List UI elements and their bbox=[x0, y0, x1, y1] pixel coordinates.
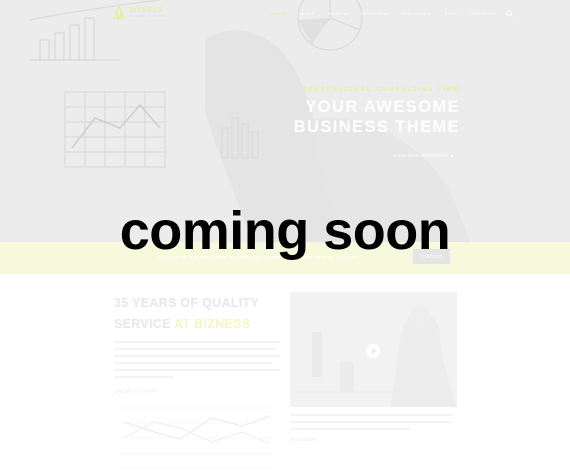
about-text-line bbox=[114, 355, 280, 357]
hero-subtitle: PROFESSIONAL CONSULTING FIRM bbox=[302, 86, 460, 93]
about-text-line bbox=[114, 341, 280, 343]
about-text-line bbox=[114, 348, 276, 350]
hero-text-block: PROFESSIONAL CONSULTING FIRM YOUR AWESOM… bbox=[294, 86, 460, 137]
hero-title-line-2: BUSINESS THEME bbox=[293, 118, 460, 136]
about-heading-line-1: 35 YEARS OF QUALITY bbox=[114, 296, 260, 310]
logo-icon bbox=[113, 5, 125, 19]
play-icon bbox=[371, 348, 377, 354]
about-heading: 35 YEARS OF QUALITY SERVICE AT BIZNESS bbox=[114, 293, 259, 335]
hero-title: YOUR AWESOME BUSINESS THEME bbox=[294, 97, 460, 137]
hero-title-line-1: YOUR AWESOME bbox=[305, 98, 460, 116]
growth-chart-label: GROWTH CHART bbox=[114, 389, 159, 395]
nav-item-pages[interactable]: PAGES ▾ bbox=[328, 11, 347, 16]
top-navbar: BIZNESS BUSINESS CONSULTING HOME ▾ ABOUT… bbox=[0, 0, 570, 26]
nav-item-blog[interactable]: BLOG bbox=[445, 11, 457, 16]
about-heading-line-2: SERVICE bbox=[114, 317, 175, 331]
growth-chart bbox=[120, 407, 274, 469]
about-text-line bbox=[114, 369, 280, 371]
video-caption-line bbox=[290, 421, 450, 423]
nav-item-portfolio[interactable]: PORTFOLIO ▾ bbox=[401, 11, 430, 16]
play-button[interactable] bbox=[366, 344, 380, 358]
search-icon[interactable] bbox=[506, 10, 513, 17]
nav-item-contact[interactable]: CONTACT ▾ bbox=[471, 11, 496, 16]
nav-item-services[interactable]: SERVICES ▾ bbox=[361, 11, 387, 16]
video-caption-line bbox=[290, 414, 452, 416]
coming-soon-title: coming soon bbox=[119, 201, 451, 261]
arrow-right-icon bbox=[451, 153, 454, 158]
logo-tagline: BUSINESS CONSULTING bbox=[129, 13, 171, 18]
video-caption-line bbox=[290, 428, 410, 430]
site-logo[interactable]: BIZNESS BUSINESS CONSULTING bbox=[112, 5, 170, 19]
about-text-line bbox=[114, 362, 272, 364]
nav-item-home[interactable]: HOME ▾ bbox=[268, 11, 285, 16]
about-heading-brand: AT BIZNESS bbox=[174, 317, 251, 331]
about-text-line bbox=[114, 376, 174, 378]
view-services-link[interactable]: VIEW OUR SERVICES bbox=[393, 153, 454, 158]
logo-name: BIZNESS bbox=[129, 6, 163, 14]
main-nav: HOME ▾ ABOUT PAGES ▾ SERVICES ▾ PORTFOLI… bbox=[268, 10, 513, 17]
nav-item-about[interactable]: ABOUT bbox=[299, 11, 314, 16]
read-more-link[interactable]: READ MORE bbox=[290, 437, 317, 442]
